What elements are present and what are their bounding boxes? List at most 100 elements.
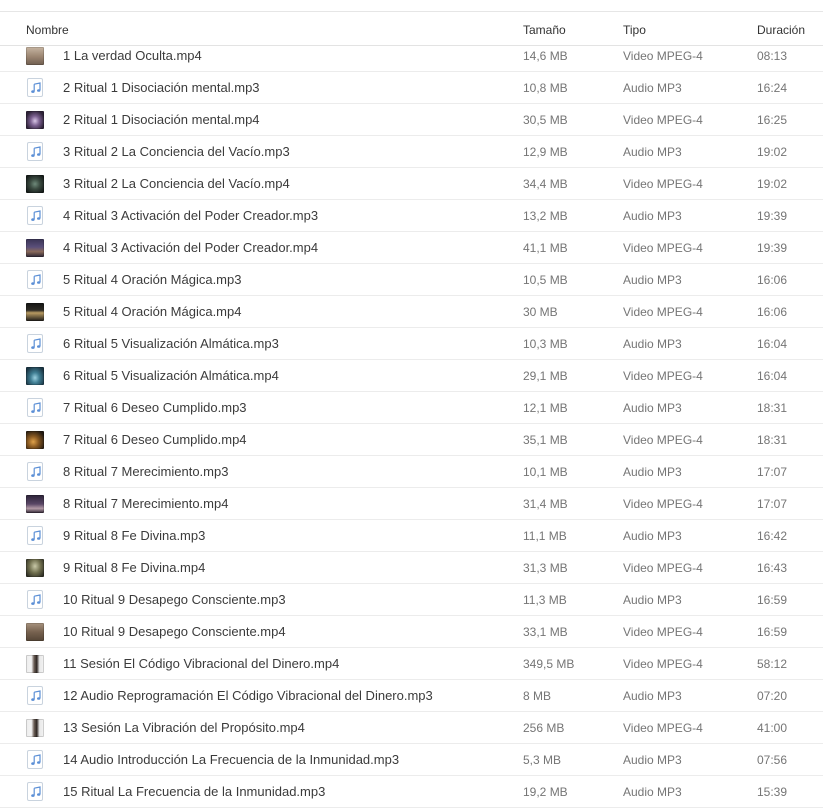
file-name: 8 Ritual 7 Merecimiento.mp3	[63, 464, 229, 479]
music-note-icon	[31, 594, 41, 605]
file-duration: 16:25	[757, 113, 788, 127]
video-thumbnail-icon	[26, 303, 44, 321]
file-size: 33,1 MB	[523, 625, 568, 639]
file-row[interactable]: 7 Ritual 6 Deseo Cumplido.mp4 35,1 MB Vide…	[0, 424, 823, 456]
file-duration: 16:04	[757, 337, 788, 351]
file-row[interactable]: 14 Audio Introducción La Frecuencia de l…	[0, 744, 823, 776]
file-name: 6 Ritual 5 Visualización Almática.mp4	[63, 368, 279, 383]
music-note-icon	[31, 210, 41, 221]
file-type: Audio MP3	[623, 337, 682, 351]
file-row[interactable]: 13 Sesión La Vibración del Propósito.mp4…	[0, 712, 823, 744]
file-row[interactable]: 9 Ritual 8 Fe Divina.mp4 31,3 MB Video MPE…	[0, 552, 823, 584]
file-type: Video MPEG-4	[623, 113, 703, 127]
column-header-type[interactable]: Tipo	[623, 23, 646, 37]
audio-file-icon	[27, 590, 43, 609]
file-duration: 18:31	[757, 433, 788, 447]
file-size: 14,6 MB	[523, 49, 568, 63]
music-note-icon	[31, 530, 41, 541]
file-size: 30,5 MB	[523, 113, 568, 127]
file-type: Video MPEG-4	[623, 561, 703, 575]
audio-file-icon	[27, 750, 43, 769]
video-thumbnail-icon	[26, 559, 44, 577]
column-header-size[interactable]: Tamaño	[523, 23, 566, 37]
file-size: 30 MB	[523, 305, 558, 319]
file-name: 13 Sesión La Vibración del Propósito.mp4	[63, 720, 305, 735]
audio-file-icon	[27, 142, 43, 161]
file-name: 14 Audio Introducción La Frecuencia de l…	[63, 752, 400, 767]
file-row[interactable]: 5 Ritual 4 Oración Mágica.mp4 30 MB Video …	[0, 296, 823, 328]
file-row[interactable]: 11 Sesión El Código Vibracional del Dine…	[0, 648, 823, 680]
file-row[interactable]: 5 Ritual 4 Oración Mágica.mp3 10,5 MB Audi…	[0, 264, 823, 296]
file-name: 9 Ritual 8 Fe Divina.mp3	[63, 528, 206, 543]
file-row[interactable]: 10 Ritual 9 Desapego Consciente.mp4 33,1 …	[0, 616, 823, 648]
audio-file-icon	[27, 686, 43, 705]
video-thumbnail-icon	[26, 367, 44, 385]
video-thumbnail-icon	[26, 175, 44, 193]
file-size: 11,1 MB	[523, 529, 567, 543]
file-row[interactable]: 15 Ritual La Frecuencia de la Inmunidad.…	[0, 776, 823, 808]
file-size: 5,3 MB	[523, 753, 562, 767]
file-row[interactable]: 9 Ritual 8 Fe Divina.mp3 11,1 MB Audio MP3…	[0, 520, 823, 552]
file-row[interactable]: 2 Ritual 1 Disociación mental.mp3 10,8 MB…	[0, 72, 823, 104]
file-name: 5 Ritual 4 Oración Mágica.mp4	[63, 304, 242, 319]
column-header-duration[interactable]: Duración	[757, 23, 805, 37]
audio-file-icon	[27, 462, 43, 481]
file-row[interactable]: 7 Ritual 6 Deseo Cumplido.mp3 12,1 MB Audi…	[0, 392, 823, 424]
file-type: Audio MP3	[623, 401, 682, 415]
file-size: 19,2 MB	[523, 785, 568, 799]
audio-file-icon	[27, 78, 43, 97]
file-name: 10 Ritual 9 Desapego Consciente.mp4	[63, 624, 286, 639]
file-duration: 07:56	[757, 753, 788, 767]
file-type: Audio MP3	[623, 529, 682, 543]
file-size: 31,3 MB	[523, 561, 568, 575]
file-row[interactable]: 3 Ritual 2 La Conciencia del Vacío.mp3 12…	[0, 136, 823, 168]
file-row[interactable]: 8 Ritual 7 Merecimiento.mp4 31,4 MB Video …	[0, 488, 823, 520]
file-name: 7 Ritual 6 Deseo Cumplido.mp3	[63, 400, 247, 415]
file-name: 4 Ritual 3 Activación del Poder Creador.…	[63, 240, 319, 255]
file-browser: Nombre Tamaño Tipo Duración 1 La verdad …	[0, 0, 823, 811]
file-size: 10,8 MB	[523, 81, 568, 95]
file-size: 8 MB	[523, 689, 552, 703]
file-duration: 16:04	[757, 369, 788, 383]
file-name: 15 Ritual La Frecuencia de la Inmunidad.…	[63, 784, 326, 799]
file-type: Video MPEG-4	[623, 657, 703, 671]
file-row[interactable]: 4 Ritual 3 Activación del Poder Creador.…	[0, 232, 823, 264]
person-thumbnail-icon	[26, 719, 44, 737]
video-thumbnail-icon	[26, 495, 44, 513]
file-duration: 08:13	[757, 49, 788, 63]
file-type: Video MPEG-4	[623, 241, 703, 255]
file-row[interactable]: 2 Ritual 1 Disociación mental.mp4 30,5 MB…	[0, 104, 823, 136]
person-thumbnail-icon	[26, 655, 44, 673]
video-thumbnail-icon	[26, 431, 44, 449]
file-name: 2 Ritual 1 Disociación mental.mp4	[63, 112, 260, 127]
audio-file-icon	[27, 270, 43, 289]
music-note-icon	[31, 146, 41, 157]
column-header-name[interactable]: Nombre	[26, 23, 69, 37]
file-size: 29,1 MB	[523, 369, 568, 383]
file-duration: 17:07	[757, 497, 788, 511]
file-row[interactable]: 4 Ritual 3 Activación del Poder Creador.…	[0, 200, 823, 232]
music-note-icon	[31, 786, 41, 797]
file-duration: 41:00	[757, 721, 788, 735]
file-name: 1 La verdad Oculta.mp4	[63, 48, 202, 63]
file-size: 13,2 MB	[523, 209, 568, 223]
file-row[interactable]: 10 Ritual 9 Desapego Consciente.mp3 11,3 …	[0, 584, 823, 616]
file-name: 3 Ritual 2 La Conciencia del Vacío.mp3	[63, 144, 290, 159]
file-row[interactable]: 8 Ritual 7 Merecimiento.mp3 10,1 MB Audio …	[0, 456, 823, 488]
file-type: Audio MP3	[623, 273, 682, 287]
file-row[interactable]: 1 La verdad Oculta.mp4 14,6 MB Video MPEG-…	[0, 40, 823, 72]
file-row[interactable]: 6 Ritual 5 Visualización Almática.mp3 10,…	[0, 328, 823, 360]
file-duration: 18:31	[757, 401, 788, 415]
file-row[interactable]: 12 Audio Reprogramación El Código Vibrac…	[0, 680, 823, 712]
file-row[interactable]: 3 Ritual 2 La Conciencia del Vacío.mp4 34…	[0, 168, 823, 200]
file-duration: 19:39	[757, 209, 788, 223]
file-size: 10,3 MB	[523, 337, 568, 351]
file-duration: 16:59	[757, 625, 788, 639]
file-size: 12,1 MB	[523, 401, 568, 415]
file-size: 349,5 MB	[523, 657, 575, 671]
file-size: 41,1 MB	[523, 241, 568, 255]
music-note-icon	[31, 338, 41, 349]
file-duration: 07:20	[757, 689, 788, 703]
file-row[interactable]: 6 Ritual 5 Visualización Almática.mp4 29,…	[0, 360, 823, 392]
file-type: Audio MP3	[623, 145, 682, 159]
